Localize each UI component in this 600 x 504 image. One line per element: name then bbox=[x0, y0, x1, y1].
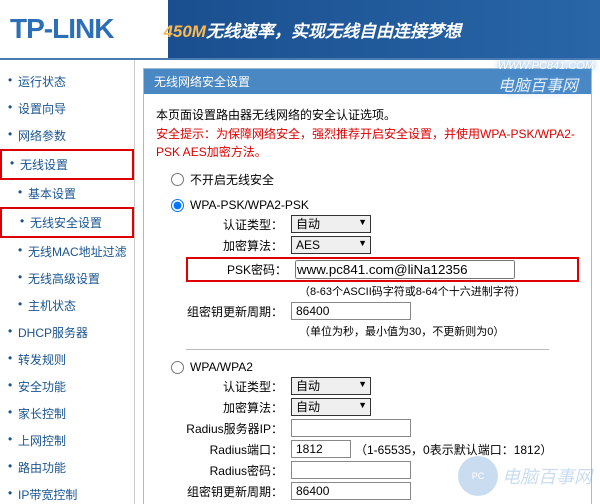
enc2-select[interactable]: 自动 bbox=[291, 398, 371, 416]
enc-label: 加密算法： bbox=[186, 237, 291, 254]
warning-text: 安全提示：为保障网络安全，强烈推荐开启安全设置，并使用WPA-PSK/WPA2-… bbox=[156, 125, 579, 161]
sidebar-item-4[interactable]: 基本设置 bbox=[0, 180, 134, 207]
radio-none-label: 不开启无线安全 bbox=[190, 171, 274, 188]
auth-label: 认证类型： bbox=[186, 216, 291, 233]
sidebar-item-12[interactable]: 家长控制 bbox=[0, 400, 134, 427]
sidebar-item-7[interactable]: 无线高级设置 bbox=[0, 265, 134, 292]
radio-wpa-label: WPA/WPA2 bbox=[190, 360, 253, 374]
radio-wpapsk-label: WPA-PSK/WPA2-PSK bbox=[190, 198, 309, 212]
radius-ip-label: Radius服务器IP： bbox=[186, 420, 291, 437]
sidebar-item-15[interactable]: IP带宽控制 bbox=[0, 481, 134, 504]
sidebar-item-2[interactable]: 网络参数 bbox=[0, 122, 134, 149]
sidebar-item-11[interactable]: 安全功能 bbox=[0, 373, 134, 400]
sidebar-item-14[interactable]: 路由功能 bbox=[0, 454, 134, 481]
radius-port-input[interactable] bbox=[291, 440, 351, 458]
divider bbox=[186, 349, 549, 350]
psk-label: PSK密码： bbox=[190, 261, 295, 278]
sidebar-item-1[interactable]: 设置向导 bbox=[0, 95, 134, 122]
sidebar-item-8[interactable]: 主机状态 bbox=[0, 292, 134, 319]
enc-select[interactable]: AES bbox=[291, 236, 371, 254]
header: TP-LINK 450M无线速率，实现无线自由连接梦想 bbox=[0, 0, 600, 60]
rekey-hint: （单位为秒，最小值为30，不更新则为0） bbox=[156, 323, 579, 339]
radio-wpapsk[interactable] bbox=[171, 199, 184, 212]
auth-select[interactable]: 自动 bbox=[291, 215, 371, 233]
content: 无线网络安全设置 本页面设置路由器无线网络的安全认证选项。 安全提示：为保障网络… bbox=[135, 60, 600, 504]
radius-pw-input[interactable] bbox=[291, 461, 411, 479]
sidebar-item-5[interactable]: 无线安全设置 bbox=[0, 207, 134, 238]
psk-hint: （8-63个ASCII码字符或8-64个十六进制字符） bbox=[156, 283, 579, 299]
auth2-select[interactable]: 自动 bbox=[291, 377, 371, 395]
sidebar-item-9[interactable]: DHCP服务器 bbox=[0, 319, 134, 346]
watermark-top: WWW.PC841.COM 电脑百事网 bbox=[498, 60, 594, 96]
sidebar-item-13[interactable]: 上网控制 bbox=[0, 427, 134, 454]
sidebar-item-3[interactable]: 无线设置 bbox=[0, 149, 134, 180]
watermark-bottom: PC 电脑百事网 bbox=[458, 456, 592, 496]
rekey2-input[interactable] bbox=[291, 482, 411, 500]
sidebar-item-6[interactable]: 无线MAC地址过滤 bbox=[0, 238, 134, 265]
psk-highlight: PSK密码： bbox=[186, 257, 579, 282]
enc2-label: 加密算法： bbox=[186, 399, 291, 416]
radio-none[interactable] bbox=[171, 173, 184, 186]
psk-input[interactable] bbox=[295, 260, 515, 279]
rekey-input[interactable] bbox=[291, 302, 411, 320]
slogan: 450M无线速率，实现无线自由连接梦想 bbox=[163, 17, 461, 42]
intro-text: 本页面设置路由器无线网络的安全认证选项。 bbox=[156, 106, 579, 123]
radius-port-label: Radius端口： bbox=[186, 441, 291, 458]
radio-wpa[interactable] bbox=[171, 361, 184, 374]
sidebar-item-10[interactable]: 转发规则 bbox=[0, 346, 134, 373]
radius-ip-input[interactable] bbox=[291, 419, 411, 437]
logo: TP-LINK bbox=[0, 13, 113, 45]
port-hint: （1-65535，0表示默认端口：1812） bbox=[355, 441, 552, 458]
auth2-label: 认证类型： bbox=[186, 378, 291, 395]
watermark-icon: PC bbox=[458, 456, 498, 496]
sidebar: 运行状态设置向导网络参数无线设置基本设置无线安全设置无线MAC地址过滤无线高级设… bbox=[0, 60, 135, 504]
radius-pw-label: Radius密码： bbox=[186, 462, 291, 479]
sidebar-item-0[interactable]: 运行状态 bbox=[0, 68, 134, 95]
rekey2-label: 组密钥更新周期： bbox=[186, 483, 291, 500]
rekey-label: 组密钥更新周期： bbox=[186, 303, 291, 320]
